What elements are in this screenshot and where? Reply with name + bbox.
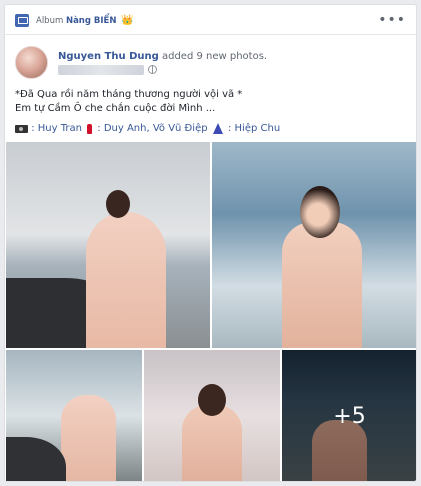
album-label-text: Album [36, 16, 64, 26]
album-name-link[interactable]: Nàng BIỂN [66, 16, 117, 26]
post-text-line-1: *Đã Qua rồi năm tháng thương người vội v… [15, 89, 243, 100]
photo-3[interactable] [6, 350, 142, 481]
photo-4[interactable] [144, 350, 280, 481]
album-header: Album Nàng BIỂN 👑 ••• [5, 5, 416, 35]
post-card: Album Nàng BIỂN 👑 ••• Nguyen Thu Dung ad… [4, 4, 417, 482]
photographer-credit[interactable]: : Huy Tran [31, 123, 82, 134]
post-action-text: added 9 new photos. [161, 51, 268, 62]
video-camera-icon [15, 124, 28, 133]
photo-figure-head [300, 186, 340, 238]
photo-5-more[interactable]: +5 [282, 350, 416, 481]
photo-figure [61, 395, 116, 481]
album-icon [15, 14, 29, 27]
dress-icon [212, 123, 223, 134]
makeup-credit[interactable]: : Duy Anh, Võ Vũ Điệp [97, 123, 207, 134]
author-avatar[interactable] [15, 46, 48, 79]
crown-icon: 👑 [121, 15, 134, 26]
photo-figure [282, 222, 362, 348]
more-photos-count: +5 [333, 404, 366, 429]
post-credits: : Huy Tran : Duy Anh, Võ Vũ Điệp : Hiệp … [15, 123, 280, 135]
photo-figure-head [198, 384, 226, 416]
photo-2[interactable] [212, 142, 416, 348]
post-timestamp-blurred[interactable] [58, 65, 144, 75]
more-options-button[interactable]: ••• [378, 12, 406, 28]
photo-1[interactable] [6, 142, 210, 348]
photo-rock [6, 437, 66, 481]
album-title[interactable]: Album Nàng BIỂN 👑 [36, 15, 134, 26]
photo-figure [182, 405, 242, 481]
author-name-link[interactable]: Nguyen Thu Dung [58, 51, 159, 62]
globe-icon[interactable] [148, 65, 157, 74]
lipstick-icon [87, 123, 93, 134]
post-text-line-2: Em tự Cầm Ô che chắn cuộc đời Mình ... [15, 103, 216, 114]
post-header-line: Nguyen Thu Dung added 9 new photos. [58, 51, 267, 62]
stylist-credit[interactable]: : Hiệp Chu [228, 123, 280, 134]
photo-figure [86, 212, 166, 348]
photo-figure-head [106, 190, 130, 218]
